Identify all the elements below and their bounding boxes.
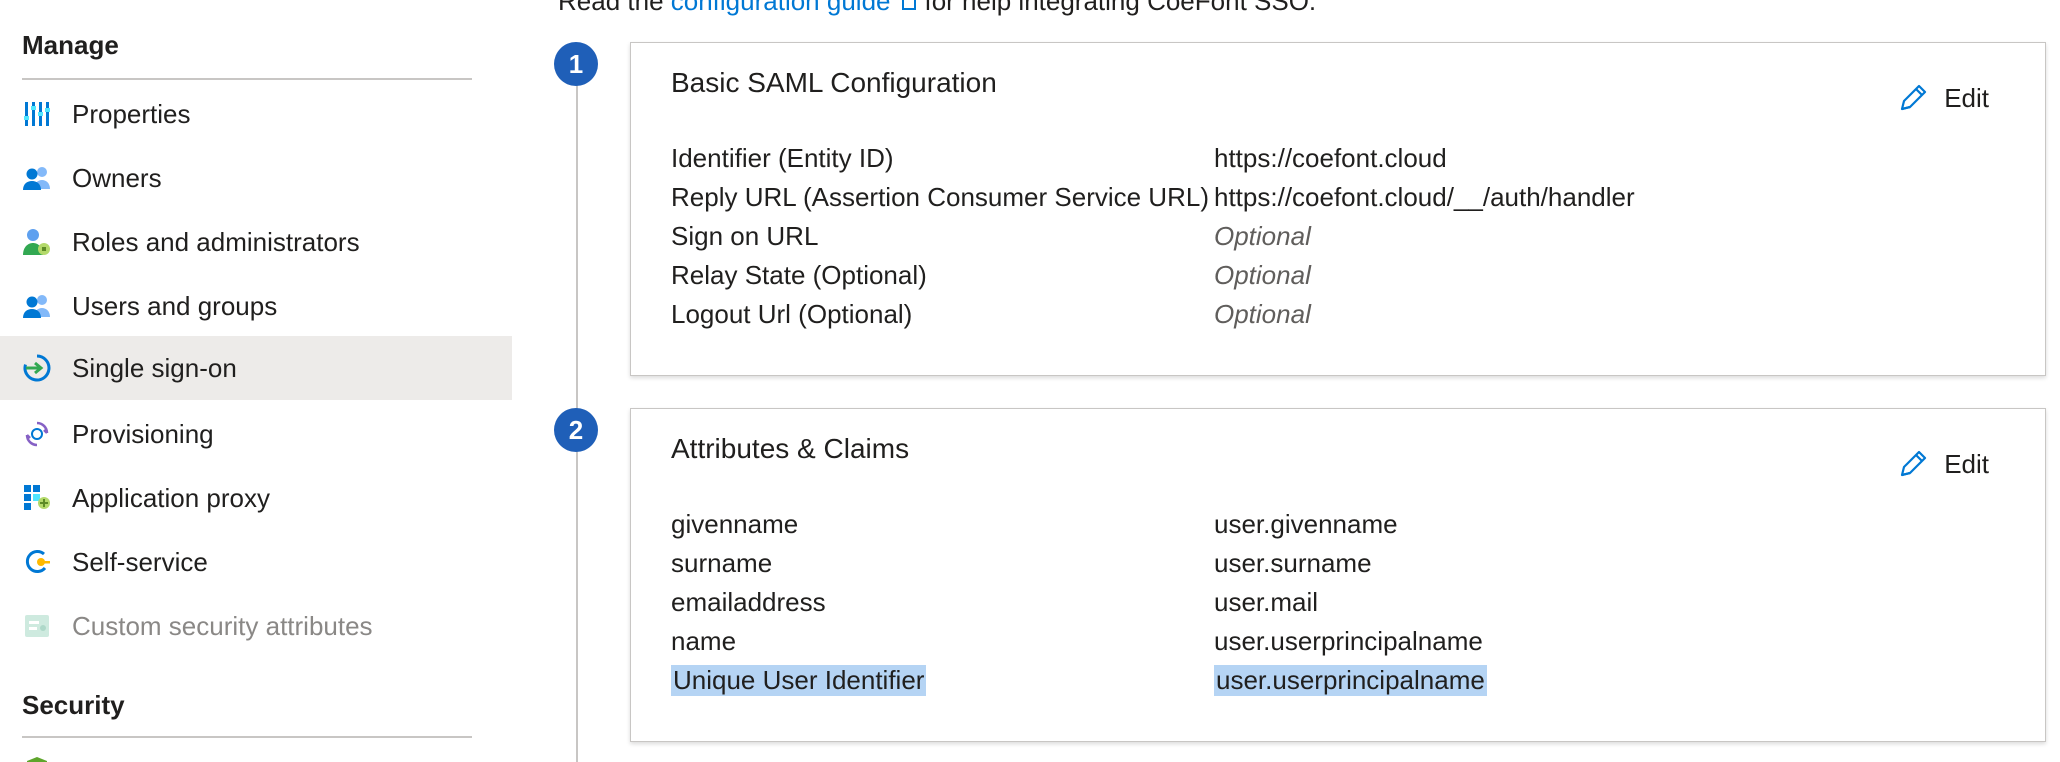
attributes-claims-card: Attributes & Claims Edit givenname user.… [630, 408, 2046, 742]
partial-nav-icon [22, 754, 52, 762]
saml-row-key: Logout Url (Optional) [671, 299, 913, 329]
roles-icon [22, 227, 52, 257]
sidebar-item-single-sign-on[interactable]: Single sign-on [0, 336, 512, 400]
configuration-guide-link[interactable]: configuration guide [671, 0, 891, 16]
sidebar-item-label: Roles and administrators [72, 226, 360, 257]
owners-icon [22, 163, 52, 193]
claim-name: givenname [671, 509, 799, 539]
saml-row-value: Optional [1214, 299, 1311, 329]
claim-value: user.givenname [1214, 509, 1398, 539]
saml-row: Reply URL (Assertion Consumer Service UR… [671, 182, 1971, 221]
sidebar: Manage Properties Owners Roles and admin… [0, 0, 512, 762]
saml-row-key: Identifier (Entity ID) [671, 143, 894, 173]
properties-icon [22, 99, 52, 129]
step-2-badge: 2 [554, 408, 598, 452]
saml-row-value: https://coefont.cloud [1214, 143, 1447, 173]
saml-row-key: Reply URL (Assertion Consumer Service UR… [671, 182, 1209, 212]
manage-divider [22, 78, 472, 80]
claim-row: givenname user.givenname [671, 509, 1971, 548]
claim-name: surname [671, 548, 773, 578]
sidebar-item-properties[interactable]: Properties [0, 82, 512, 146]
sidebar-item-roles-and-administrators[interactable]: Roles and administrators [0, 210, 512, 274]
sidebar-item-label: Application proxy [72, 482, 270, 513]
users-groups-icon [22, 291, 52, 321]
edit-label: Edit [1944, 82, 1989, 113]
edit-label: Edit [1944, 448, 1989, 479]
sidebar-item-label: Provisioning [72, 418, 214, 449]
basic-saml-configuration-card: Basic SAML Configuration Edit Identifier… [630, 42, 2046, 376]
saml-row: Logout Url (Optional) Optional [671, 299, 1971, 338]
pencil-icon [1901, 450, 1927, 477]
sidebar-item-label: Single sign-on [72, 352, 237, 383]
saml-row-key: Relay State (Optional) [671, 260, 927, 290]
security-divider [22, 736, 472, 738]
card-title: Attributes & Claims [671, 433, 910, 464]
claim-name: emailaddress [671, 587, 826, 617]
sidebar-item-users-and-groups[interactable]: Users and groups [0, 274, 512, 338]
saml-row-key: Sign on URL [671, 221, 819, 251]
saml-row: Identifier (Entity ID) https://coefont.c… [671, 143, 1971, 182]
custom-security-attributes-icon [22, 611, 52, 641]
claim-row: emailaddress user.mail [671, 587, 1971, 626]
sidebar-item-provisioning[interactable]: Provisioning [0, 402, 512, 466]
claim-name: Unique User Identifier [671, 665, 927, 696]
sidebar-item-label: Self-service [72, 546, 208, 577]
sidebar-item-application-proxy[interactable]: Application proxy [0, 466, 512, 530]
sidebar-item-label: Properties [72, 98, 191, 129]
self-service-icon [22, 547, 52, 577]
claim-value: user.mail [1214, 587, 1319, 617]
saml-row: Relay State (Optional) Optional [671, 260, 1971, 299]
saml-row-value: https://coefont.cloud/__/auth/handler [1214, 182, 1635, 212]
step-1-badge: 1 [554, 42, 598, 86]
claim-value: user.userprincipalname [1214, 665, 1487, 696]
sidebar-item-label: Custom security attributes [72, 610, 373, 641]
sidebar-item-owners[interactable]: Owners [0, 146, 512, 210]
saml-row-value: Optional [1214, 221, 1311, 251]
claim-row: surname user.surname [671, 548, 1971, 587]
edit-attributes-claims-button[interactable]: Edit [1896, 447, 1989, 481]
application-proxy-icon [22, 483, 52, 513]
security-section-title: Security [22, 690, 125, 720]
intro-suffix: for help integrating CoeFont SSO. [924, 0, 1317, 16]
provisioning-icon [22, 419, 52, 449]
claim-row: name user.userprincipalname [671, 626, 1971, 665]
sidebar-item-label: Owners [72, 162, 162, 193]
intro-text: Read the configuration guide for help int… [558, 0, 1316, 17]
sidebar-item-self-service[interactable]: Self-service [0, 530, 512, 594]
manage-section-title: Manage [22, 30, 119, 60]
claim-value: user.userprincipalname [1214, 626, 1483, 656]
sidebar-item-custom-security-attributes: Custom security attributes [0, 594, 512, 658]
saml-row-value: Optional [1214, 260, 1311, 290]
saml-row: Sign on URL Optional [671, 221, 1971, 260]
claim-value: user.surname [1214, 548, 1372, 578]
external-link-icon [902, 0, 917, 10]
single-sign-on-icon [22, 353, 52, 383]
sidebar-item-label: Users and groups [72, 290, 278, 321]
pencil-icon [1901, 84, 1927, 111]
claim-row: Unique User Identifier user.userprincipa… [671, 665, 1971, 704]
edit-basic-saml-button[interactable]: Edit [1896, 81, 1989, 115]
intro-prefix: Read the [558, 0, 664, 16]
claim-name: name [671, 626, 737, 656]
card-title: Basic SAML Configuration [671, 67, 997, 98]
